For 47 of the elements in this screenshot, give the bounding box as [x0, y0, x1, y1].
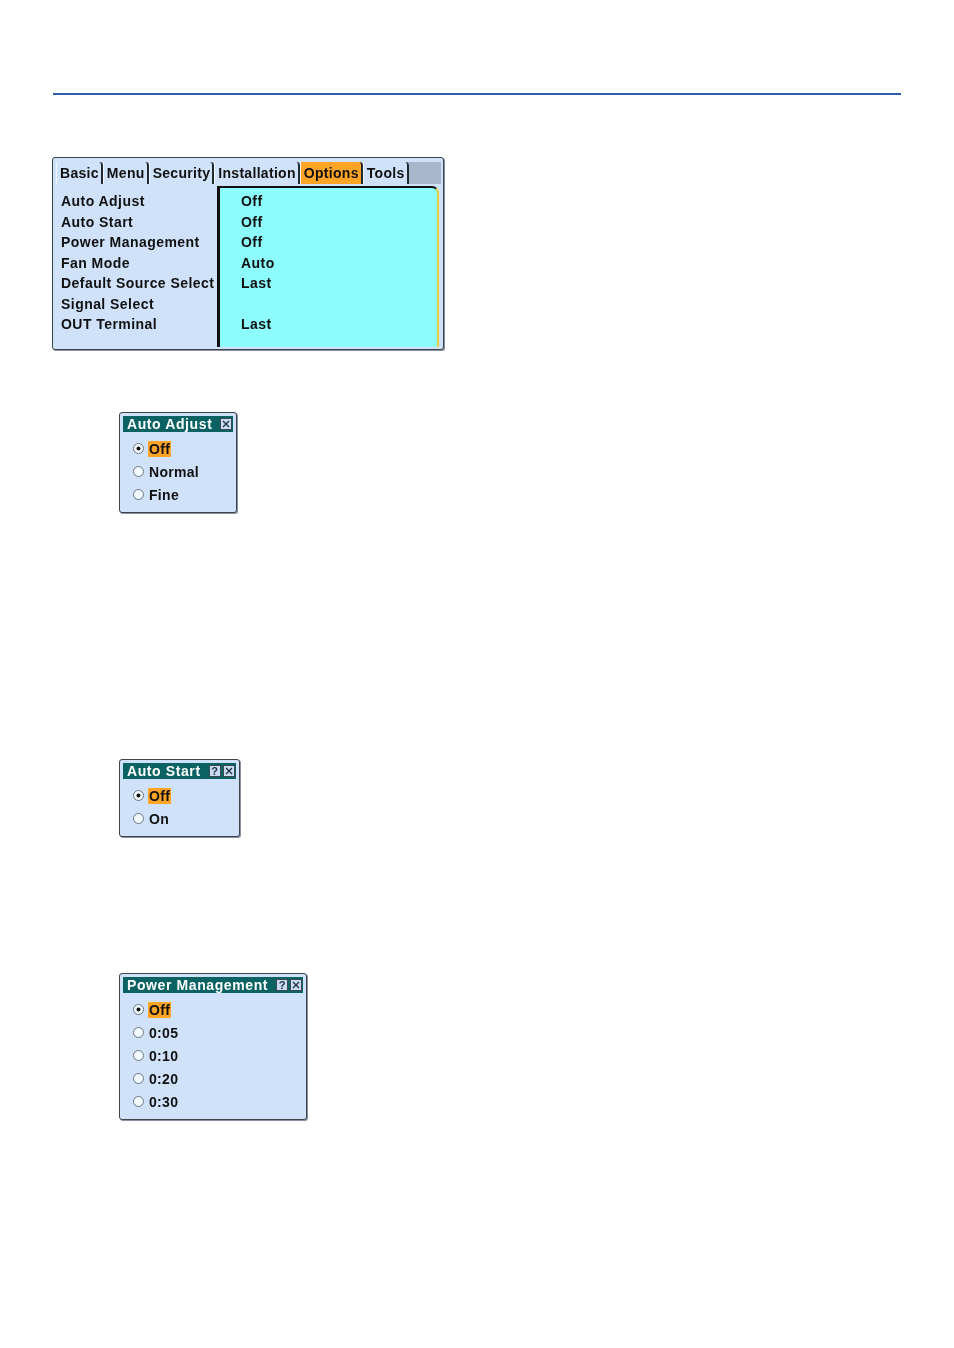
tab[interactable]: Tools: [362, 162, 409, 184]
option-label[interactable]: 0:10: [148, 1047, 180, 1064]
setting-label[interactable]: OUT Terminal: [61, 314, 217, 335]
setting-label[interactable]: Auto Start: [61, 211, 217, 232]
close-icon[interactable]: [220, 418, 233, 430]
setting-value: Off: [241, 234, 263, 250]
option-label[interactable]: Off: [148, 440, 172, 457]
setting-value: Last: [241, 316, 272, 332]
radio-button[interactable]: [133, 813, 144, 824]
option-label[interactable]: Normal: [148, 463, 201, 480]
setting-value: Off: [241, 213, 263, 230]
tab[interactable]: Options: [299, 162, 363, 184]
radio-button[interactable]: [133, 1096, 144, 1107]
option-label[interactable]: 0:05: [148, 1024, 180, 1041]
radio-button[interactable]: [133, 1050, 144, 1061]
close-icon[interactable]: [222, 765, 235, 777]
dialog-title: Auto Adjust: [127, 416, 213, 432]
setting-label[interactable]: Signal Select: [61, 293, 217, 314]
option-label[interactable]: On: [148, 810, 171, 827]
close-icon[interactable]: [290, 979, 303, 991]
radio-button[interactable]: [133, 790, 144, 801]
setting-label[interactable]: Power Management: [61, 232, 217, 253]
setting-label[interactable]: Fan Mode: [61, 252, 217, 273]
dialog-title: Auto Start: [127, 763, 201, 779]
option-label[interactable]: 0:30: [148, 1093, 180, 1110]
setting-value: Last: [241, 275, 272, 291]
setting-value: Auto: [241, 254, 275, 271]
radio-button[interactable]: [133, 1004, 144, 1015]
radio-button[interactable]: [133, 1073, 144, 1084]
tab[interactable]: Menu: [102, 162, 149, 184]
dialog-title: Power Management: [127, 977, 269, 993]
setting-label[interactable]: Auto Adjust: [61, 191, 217, 212]
option-label[interactable]: Off: [148, 787, 172, 804]
tab[interactable]: Basic: [56, 162, 103, 184]
radio-button[interactable]: [133, 443, 144, 454]
setting-value: Off: [241, 193, 263, 209]
setting-label[interactable]: Default Source Select: [61, 273, 217, 294]
tab[interactable]: Installation: [214, 162, 300, 184]
tab[interactable]: Security: [148, 162, 215, 184]
option-label[interactable]: Fine: [148, 486, 180, 503]
help-button[interactable]: ?: [276, 979, 289, 991]
help-button[interactable]: ?: [208, 765, 221, 777]
option-label[interactable]: 0:20: [148, 1070, 180, 1087]
radio-button[interactable]: [133, 466, 144, 477]
radio-button[interactable]: [133, 489, 144, 500]
radio-button[interactable]: [133, 1027, 144, 1038]
option-label[interactable]: Off: [148, 1001, 172, 1018]
